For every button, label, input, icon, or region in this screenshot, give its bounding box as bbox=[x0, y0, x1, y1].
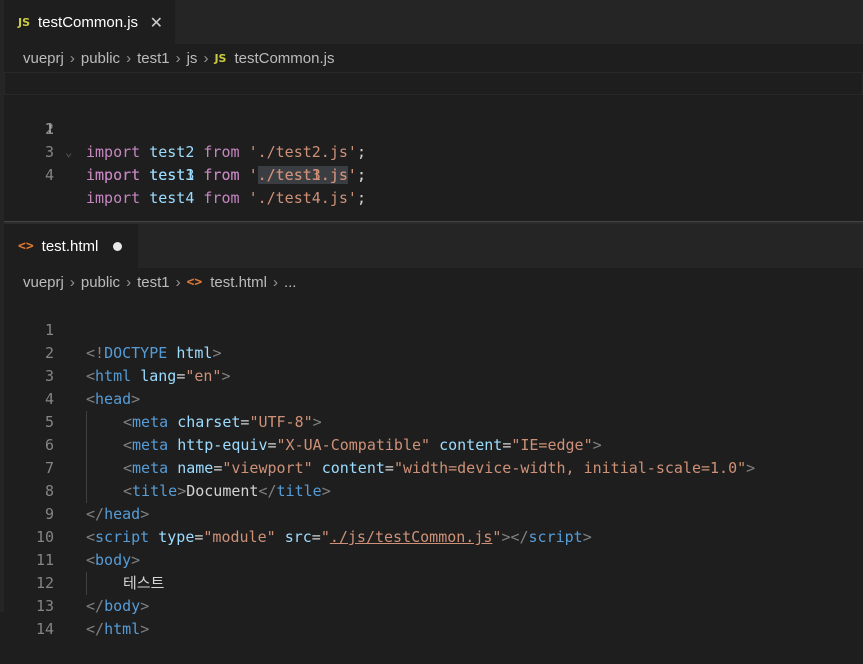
semicolon: ; bbox=[356, 189, 366, 207]
code-line: 3 <head> bbox=[4, 342, 863, 408]
close-icon[interactable]: ✕ bbox=[150, 13, 163, 33]
chevron-right-icon: › bbox=[126, 273, 132, 291]
code-line: 12 </body> bbox=[4, 549, 863, 615]
string-path: ./test3.js bbox=[257, 166, 348, 184]
chevron-right-icon: › bbox=[69, 49, 75, 67]
tab-testcommon-js[interactable]: JS testCommon.js ✕ bbox=[4, 0, 175, 44]
tag-bracket: > bbox=[140, 620, 150, 638]
breadcrumb-item[interactable]: testCommon.js bbox=[234, 50, 334, 67]
breadcrumb-item[interactable]: public bbox=[81, 274, 120, 291]
code-line: 9 <script type="module" src="./js/testCo… bbox=[4, 480, 863, 546]
code-line: 1 ⌄ import test1 from './test1.js'; bbox=[4, 72, 863, 184]
js-file-icon: JS bbox=[214, 51, 227, 65]
keyword: from bbox=[203, 189, 240, 207]
breadcrumb-item[interactable]: test.html bbox=[210, 274, 267, 291]
breadcrumb-item[interactable]: js bbox=[187, 50, 198, 67]
code-line: 7 <title>Document</title> bbox=[4, 434, 863, 503]
code-editor[interactable]: 1 <!DOCTYPE html> 2 <html lang="en"> 3 <… bbox=[4, 296, 863, 638]
chevron-right-icon: › bbox=[175, 273, 181, 291]
breadcrumb: vueprj › public › test1 › <> test.html ›… bbox=[4, 268, 863, 296]
code-line: 4 <meta charset="UTF-8"> bbox=[4, 365, 863, 434]
code-line: 6 <meta name="viewport" content="width=d… bbox=[4, 411, 863, 480]
chevron-right-icon: › bbox=[272, 273, 278, 291]
string-quote: ' bbox=[347, 166, 357, 184]
breadcrumb-item[interactable]: vueprj bbox=[23, 50, 64, 67]
code-line: 1 <!DOCTYPE html> bbox=[4, 296, 863, 362]
chevron-right-icon: › bbox=[175, 49, 181, 67]
code-line: 11 테스트 bbox=[4, 526, 863, 595]
breadcrumb-item[interactable]: public bbox=[81, 50, 120, 67]
html-file-icon: <> bbox=[186, 274, 203, 290]
chevron-right-icon: › bbox=[69, 273, 75, 291]
code-line: 5 <meta http-equiv="X-UA-Compatible" con… bbox=[4, 388, 863, 457]
identifier: test4 bbox=[149, 189, 195, 207]
tab-bar: JS testCommon.js ✕ bbox=[4, 0, 863, 44]
line-number: 4 bbox=[44, 166, 54, 184]
semicolon: ; bbox=[356, 166, 366, 184]
tab-label: test.html bbox=[41, 237, 99, 255]
code-line: 13 </html> bbox=[4, 572, 863, 638]
string-quote: ' bbox=[248, 189, 258, 207]
editor-pane-bottom: <> test.html vueprj › public › test1 › <… bbox=[4, 224, 863, 638]
keyword: from bbox=[203, 166, 240, 184]
chevron-right-icon: › bbox=[126, 49, 132, 67]
code-line: 3 import test3 from './test3.js'; bbox=[4, 118, 863, 184]
string-path: ./test4.js bbox=[257, 189, 348, 207]
tab-bar: <> test.html bbox=[4, 224, 863, 268]
code-line: 2 <html lang="en"> bbox=[4, 319, 863, 385]
code-line: 8 </head> bbox=[4, 457, 863, 523]
identifier: test3 bbox=[149, 166, 195, 184]
line-number: 14 bbox=[35, 620, 54, 638]
js-file-icon: JS bbox=[18, 16, 31, 29]
code-line: 14 bbox=[4, 595, 863, 638]
breadcrumb-item[interactable]: ... bbox=[284, 274, 297, 291]
code-line: 4 import test4 from './test4.js'; bbox=[4, 141, 863, 207]
keyword: import bbox=[86, 166, 141, 184]
chevron-right-icon: › bbox=[203, 49, 209, 67]
current-line-highlight bbox=[4, 72, 863, 95]
code-line: 2 import test2 from './test2.js'; bbox=[4, 95, 863, 161]
keyword: import bbox=[86, 189, 141, 207]
string-quote: ' bbox=[347, 189, 357, 207]
string-quote: ' bbox=[248, 166, 258, 184]
editor-pane-top: JS testCommon.js ✕ vueprj › public › tes… bbox=[4, 0, 863, 221]
breadcrumb-item[interactable]: test1 bbox=[137, 274, 170, 291]
unsaved-dot-icon[interactable] bbox=[113, 241, 122, 251]
tag-name: html bbox=[104, 620, 141, 638]
tag-bracket: </ bbox=[86, 620, 105, 638]
tab-label: testCommon.js bbox=[38, 14, 139, 31]
html-file-icon: <> bbox=[18, 238, 34, 254]
tab-test-html[interactable]: <> test.html bbox=[4, 224, 138, 268]
code-line: 10 <body> bbox=[4, 503, 863, 569]
breadcrumb-item[interactable]: test1 bbox=[137, 50, 170, 67]
breadcrumb: vueprj › public › test1 › js › JS testCo… bbox=[4, 44, 863, 72]
breadcrumb-item[interactable]: vueprj bbox=[23, 274, 64, 291]
code-editor[interactable]: 1 ⌄ import test1 from './test1.js'; 2 im… bbox=[4, 72, 863, 207]
